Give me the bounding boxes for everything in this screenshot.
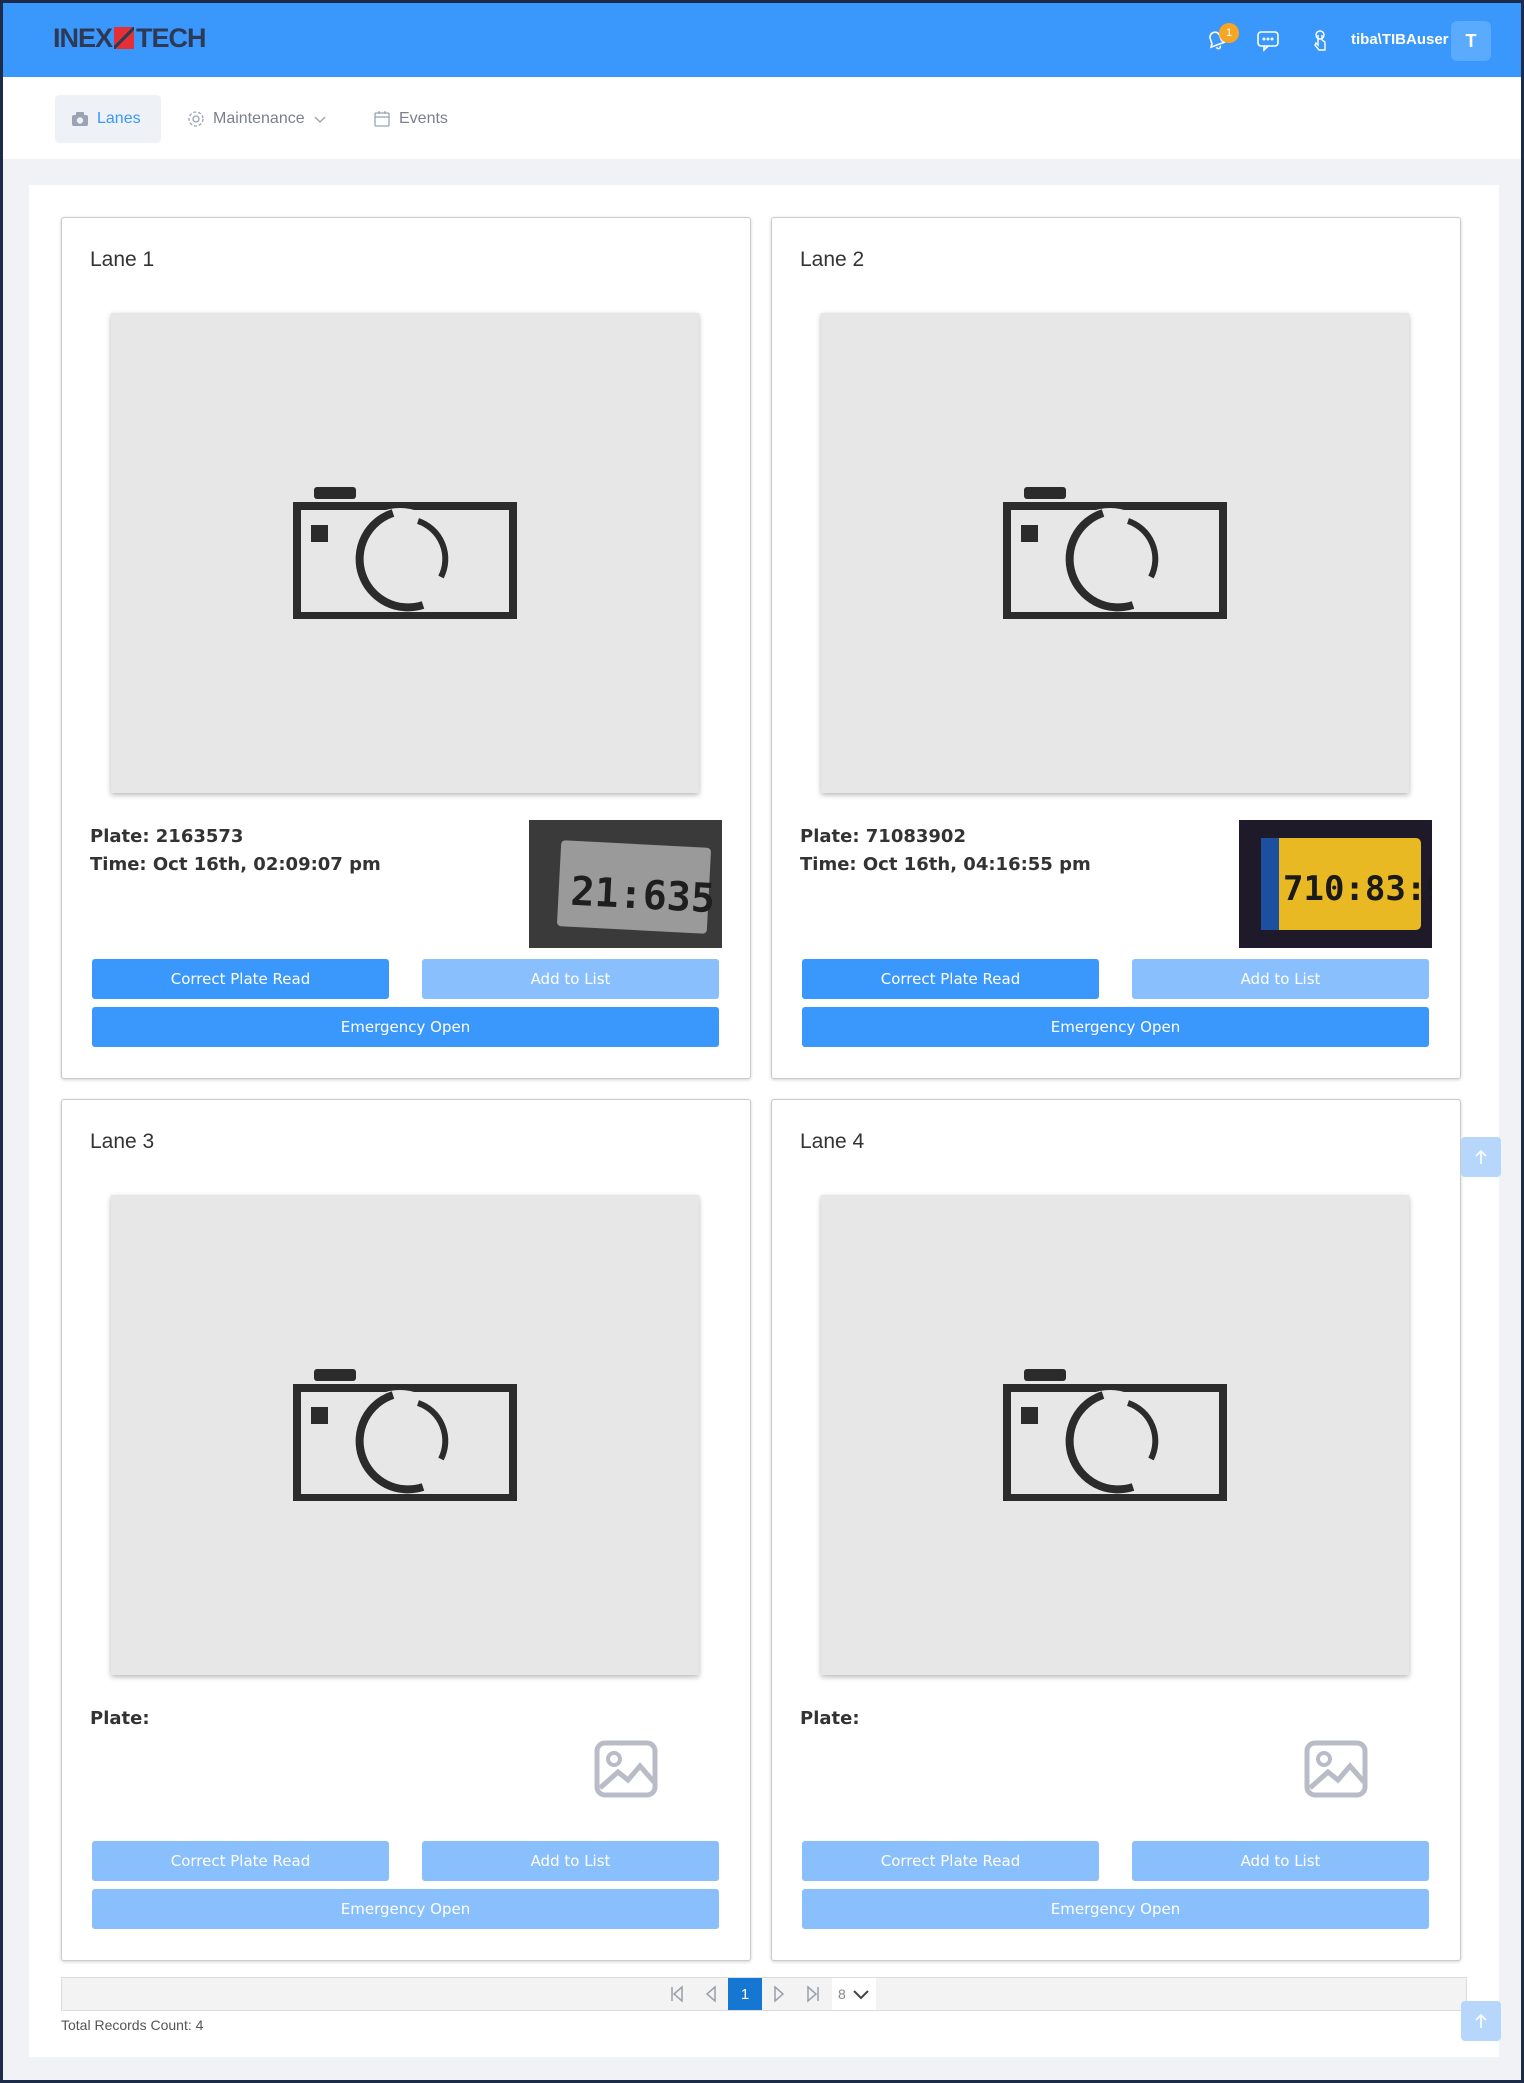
arrow-up-icon bbox=[1475, 1149, 1487, 1164]
page-size-value: 8 bbox=[838, 1986, 846, 2002]
main-nav: Lanes Maintenance Events bbox=[3, 77, 1521, 159]
camera-feed[interactable] bbox=[821, 1195, 1409, 1675]
camera-icon bbox=[293, 1369, 517, 1501]
nav-item-events[interactable]: Events bbox=[357, 95, 464, 143]
logo-right-text: TECH bbox=[136, 22, 206, 53]
user-name[interactable]: tiba\TIBAuser bbox=[1351, 31, 1449, 48]
lane-card-2: Lane 2 Plate: 71083902 Time: Oct 16th, 0… bbox=[771, 217, 1461, 1079]
plate-thumbnail[interactable]: 21:635:73 bbox=[529, 820, 722, 948]
add-to-list-button[interactable]: Add to List bbox=[1132, 959, 1429, 999]
page-number-button[interactable]: 1 bbox=[728, 1978, 762, 2010]
time-label: Time: Oct 16th, 02:09:07 pm bbox=[90, 854, 381, 875]
scroll-top-button-bottom[interactable] bbox=[1461, 2001, 1501, 2041]
arrow-up-icon bbox=[1475, 2013, 1487, 2028]
avatar[interactable]: T bbox=[1451, 21, 1491, 61]
logo-left-text: INEX bbox=[53, 22, 113, 53]
nav-label-lanes: Lanes bbox=[97, 110, 141, 127]
next-page-icon bbox=[774, 1985, 785, 2003]
last-page-icon bbox=[807, 1985, 819, 2003]
top-header: INEX TECH 1 tiba\TIBAuser T bbox=[3, 3, 1521, 77]
camera-icon bbox=[72, 112, 88, 126]
camera-icon bbox=[1003, 1369, 1227, 1501]
messages-button[interactable] bbox=[1253, 25, 1283, 55]
correct-plate-read-button[interactable]: Correct Plate Read bbox=[92, 959, 389, 999]
previous-page-icon bbox=[705, 1985, 716, 2003]
emergency-open-button[interactable]: Emergency Open bbox=[92, 1007, 719, 1047]
plate-label: Plate: bbox=[800, 1708, 860, 1729]
add-to-list-button[interactable]: Add to List bbox=[1132, 1841, 1429, 1881]
nav-item-lanes[interactable]: Lanes bbox=[55, 95, 161, 143]
gear-icon bbox=[188, 111, 204, 127]
first-page-button[interactable] bbox=[660, 1978, 694, 2010]
last-page-button[interactable] bbox=[796, 1978, 830, 2010]
correct-plate-read-button[interactable]: Correct Plate Read bbox=[802, 959, 1099, 999]
correct-plate-read-button[interactable]: Correct Plate Read bbox=[92, 1841, 389, 1881]
chevron-down-icon bbox=[314, 116, 326, 123]
scroll-top-button[interactable] bbox=[1461, 1137, 1501, 1177]
touch-icon bbox=[1314, 30, 1326, 51]
next-page-button[interactable] bbox=[762, 1978, 796, 2010]
notifications-button[interactable]: 1 bbox=[1201, 23, 1239, 55]
plate-label: Plate: 71083902 bbox=[800, 826, 966, 847]
first-page-icon bbox=[671, 1985, 683, 2003]
plate-label: Plate: bbox=[90, 1708, 150, 1729]
pagination-bar: 1 8 bbox=[61, 1977, 1467, 2011]
nav-label-maintenance: Maintenance bbox=[213, 110, 305, 127]
total-records-count: Total Records Count: 4 bbox=[61, 2017, 204, 2033]
correct-plate-read-button[interactable]: Correct Plate Read bbox=[802, 1841, 1099, 1881]
image-placeholder-icon bbox=[1304, 1740, 1368, 1798]
lane-title: Lane 4 bbox=[800, 1130, 865, 1153]
touch-button[interactable] bbox=[1305, 25, 1335, 55]
lane-card-4: Lane 4 Plate: Correct Plate Read Add to … bbox=[771, 1099, 1461, 1961]
image-placeholder-icon bbox=[594, 1740, 658, 1798]
calendar-icon bbox=[374, 111, 390, 127]
camera-icon bbox=[293, 487, 517, 619]
lane-card-3: Lane 3 Plate: Correct Plate Read Add to … bbox=[61, 1099, 751, 1961]
lane-title: Lane 2 bbox=[800, 248, 865, 271]
chat-icon bbox=[1257, 31, 1279, 52]
chevron-down-icon bbox=[853, 1990, 869, 2000]
plate-thumbnail[interactable]: 710:83:902 bbox=[1239, 820, 1432, 948]
previous-page-button[interactable] bbox=[694, 1978, 728, 2010]
time-label: Time: Oct 16th, 04:16:55 pm bbox=[800, 854, 1091, 875]
emergency-open-button[interactable]: Emergency Open bbox=[802, 1889, 1429, 1929]
camera-feed[interactable] bbox=[111, 1195, 699, 1675]
logo-mark-icon bbox=[114, 27, 135, 49]
lane-card-1: Lane 1 Plate: 2163573 Time: Oct 16th, 02… bbox=[61, 217, 751, 1079]
nav-label-events: Events bbox=[399, 110, 448, 127]
lane-title: Lane 3 bbox=[90, 1130, 155, 1153]
camera-feed[interactable] bbox=[821, 313, 1409, 793]
lanes-panel: Lane 1 Plate: 2163573 Time: Oct 16th, 02… bbox=[29, 185, 1499, 2057]
add-to-list-button[interactable]: Add to List bbox=[422, 959, 719, 999]
camera-icon bbox=[1003, 487, 1227, 619]
brand-logo[interactable]: INEX TECH bbox=[53, 22, 207, 53]
nav-item-maintenance[interactable]: Maintenance bbox=[171, 95, 343, 143]
emergency-open-button[interactable]: Emergency Open bbox=[802, 1007, 1429, 1047]
add-to-list-button[interactable]: Add to List bbox=[422, 1841, 719, 1881]
camera-feed[interactable] bbox=[111, 313, 699, 793]
notification-badge: 1 bbox=[1219, 23, 1239, 43]
emergency-open-button[interactable]: Emergency Open bbox=[92, 1889, 719, 1929]
plate-label: Plate: 2163573 bbox=[90, 826, 244, 847]
page-size-select[interactable]: 8 bbox=[832, 1978, 876, 2010]
plate-thumbnail-text: 710:83:902 bbox=[1283, 869, 1432, 909]
lane-title: Lane 1 bbox=[90, 248, 155, 271]
